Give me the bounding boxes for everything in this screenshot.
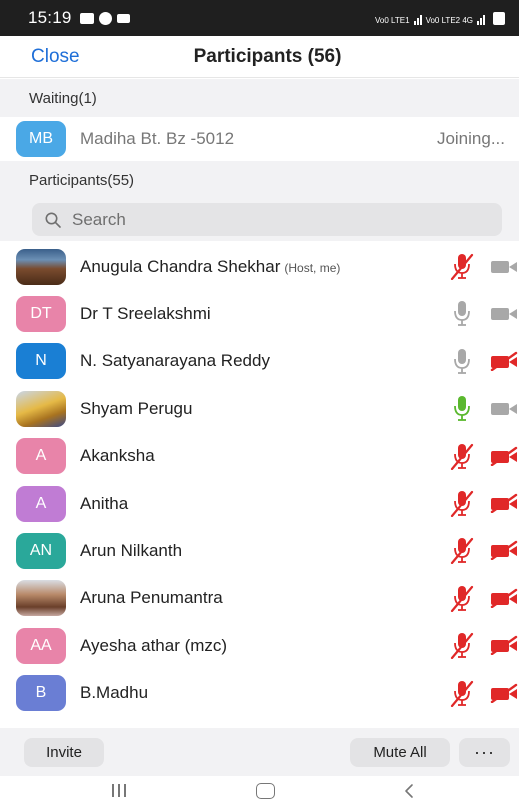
mic-muted-icon[interactable]: [450, 536, 474, 565]
close-button[interactable]: Close: [31, 46, 80, 68]
participant-name-text: N. Satyanarayana Reddy: [80, 351, 270, 371]
participant-name-text: Anitha: [80, 493, 129, 513]
waiting-participant-row[interactable]: MB Madiha Bt. Bz -5012 Joining...: [0, 118, 519, 160]
video-muted-icon[interactable]: [488, 683, 519, 703]
avatar: N: [16, 343, 66, 380]
participant-row[interactable]: B B.Madhu: [0, 670, 519, 717]
participant-name: Shyam Perugu: [80, 399, 192, 419]
participant-row[interactable]: AN Arun Nilkanth: [0, 527, 519, 574]
participant-row[interactable]: Anugula Chandra Shekhar (Host, me): [0, 243, 519, 290]
participant-name: Arun Nilkanth: [80, 541, 182, 561]
participant-row[interactable]: DT Dr T Sreelakshmi: [0, 290, 519, 337]
home-icon[interactable]: [256, 783, 275, 799]
participant-name-text: B.Madhu: [80, 683, 149, 703]
video-muted-icon[interactable]: [488, 540, 519, 561]
participant-row[interactable]: AA Ayesha athar (mzc): [0, 622, 519, 669]
participant-name-text: Ayesha athar (mzc): [80, 635, 228, 655]
participants-section-label: Participants(55): [0, 161, 519, 199]
invite-button[interactable]: Invite: [24, 738, 104, 767]
avatar: B: [16, 675, 66, 712]
avatar: A: [16, 438, 66, 475]
mic-icon[interactable]: [450, 299, 474, 327]
participant-row[interactable]: A Akanksha: [0, 433, 519, 480]
search-bar: [0, 199, 519, 241]
system-nav-bar: [0, 776, 519, 806]
participant-row[interactable]: Aruna Penumantra: [0, 575, 519, 622]
status-bar: 15:19 Vo0 LTE1 Vo0 LTE2 4G: [0, 0, 519, 36]
search-icon: [45, 212, 61, 228]
video-icon[interactable]: [488, 398, 519, 418]
mic-muted-icon[interactable]: [450, 489, 474, 517]
participant-name-text: Anugula Chandra Shekhar: [80, 256, 281, 276]
footer-toolbar: Invite Mute All ···: [0, 728, 519, 776]
video-muted-icon[interactable]: [488, 493, 519, 513]
waiting-participant-name: Madiha Bt. Bz -5012: [80, 129, 235, 148]
participant-name: Aruna Penumantra: [80, 588, 223, 608]
waiting-section-label: Waiting(1): [0, 79, 519, 117]
network-status: Vo0 LTE1 Vo0 LTE2 4G: [375, 11, 505, 25]
signal-icon: [477, 13, 485, 25]
search-input[interactable]: [72, 209, 472, 230]
participant-row[interactable]: Shyam Perugu: [0, 385, 519, 432]
mic-muted-icon[interactable]: [450, 631, 474, 660]
participant-name-text: Dr T Sreelakshmi: [80, 304, 211, 324]
avatar: AN: [16, 533, 66, 570]
participant-row[interactable]: A Anitha: [0, 480, 519, 527]
video-icon[interactable]: [488, 256, 519, 276]
signal-icon: [413, 13, 422, 25]
video-muted-icon[interactable]: [488, 446, 519, 466]
participant-name: Ayesha athar (mzc): [80, 636, 227, 656]
avatar: [16, 248, 66, 285]
participant-name: B.Madhu: [80, 683, 148, 703]
participant-name-text: Aruna Penumantra: [80, 588, 223, 608]
battery-icon: [493, 11, 505, 25]
mic-muted-icon[interactable]: [450, 679, 474, 707]
mic-icon[interactable]: [450, 347, 474, 375]
participant-name-text: Akanksha: [80, 446, 155, 466]
mic-icon[interactable]: [450, 394, 474, 422]
back-icon[interactable]: [402, 783, 416, 799]
participant-name: N. Satyanarayana Reddy: [80, 351, 270, 371]
participant-name-text: Arun Nilkanth: [80, 541, 183, 561]
video-notification-icon: [116, 13, 130, 23]
joining-status: Joining...: [436, 129, 505, 148]
video-icon[interactable]: [488, 303, 519, 323]
avatar: MB: [16, 121, 66, 157]
participant-name: Akanksha: [80, 446, 155, 466]
more-options-button[interactable]: ···: [459, 738, 510, 767]
participant-name: Dr T Sreelakshmi: [80, 304, 211, 324]
participant-role: (Host, me): [284, 260, 341, 275]
recent-apps-icon[interactable]: [112, 784, 126, 797]
mic-muted-icon[interactable]: [450, 584, 474, 612]
mic-muted-icon[interactable]: [450, 252, 474, 280]
status-time: 15:19: [28, 8, 72, 27]
gallery-icon: [79, 12, 94, 24]
participant-name-text: Shyam Perugu: [80, 398, 193, 418]
video-muted-icon[interactable]: [488, 351, 519, 371]
avatar: [16, 390, 66, 427]
participant-name: Anugula Chandra Shekhar (Host, me): [80, 257, 340, 277]
sim1-label: Vo0 LTE1: [375, 15, 410, 25]
mute-all-button[interactable]: Mute All: [350, 738, 450, 767]
sim2-label: Vo0 LTE2 4G: [425, 15, 473, 25]
mic-muted-icon[interactable]: [450, 442, 474, 470]
search-box[interactable]: [32, 203, 502, 236]
video-muted-icon[interactable]: [488, 588, 519, 608]
participant-list: Anugula Chandra Shekhar (Host, me) DT Dr T …: [0, 243, 519, 717]
notification-icons: [79, 11, 130, 25]
avatar: A: [16, 485, 66, 522]
sync-icon: [98, 11, 112, 25]
participant-row[interactable]: N N. Satyanarayana Reddy: [0, 338, 519, 385]
avatar: AA: [16, 627, 66, 664]
header: Close Participants (56): [0, 36, 519, 78]
participant-name: Anitha: [80, 494, 128, 514]
video-muted-icon[interactable]: [488, 635, 519, 656]
avatar: [16, 580, 66, 617]
avatar: DT: [16, 296, 66, 333]
